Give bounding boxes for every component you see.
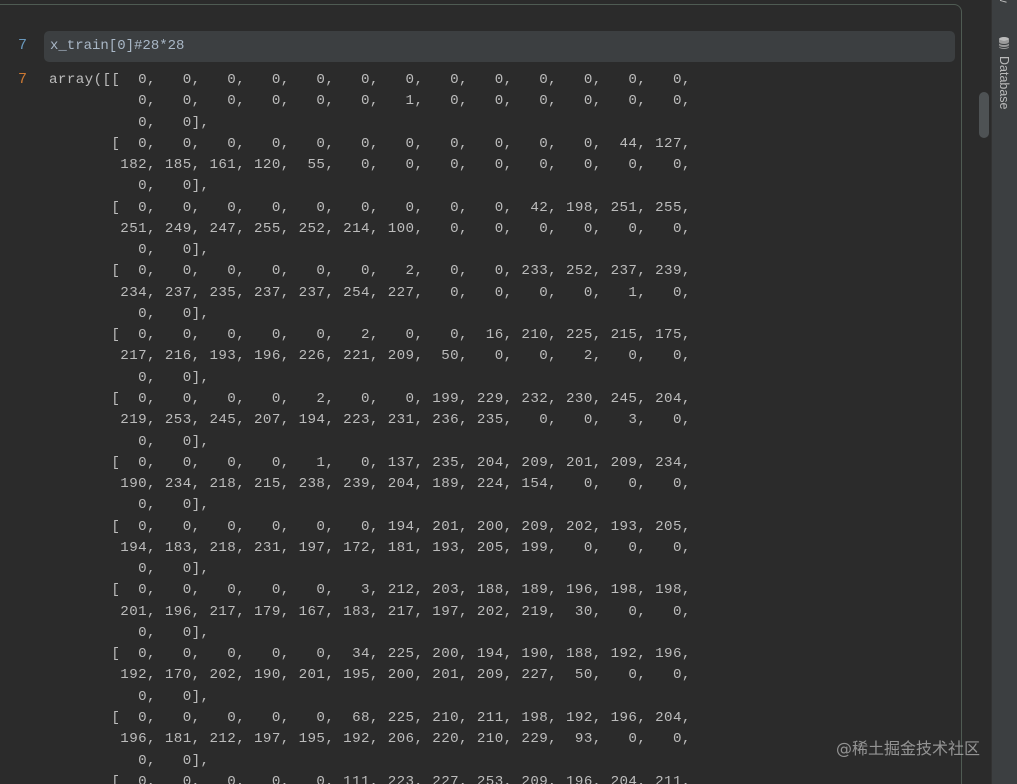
output-line: [ 0, 0, 0, 0, 0, 2, 0, 0, 16, 210, 225, … — [49, 327, 691, 344]
output-line: [ 0, 0, 0, 0, 2, 0, 0, 199, 229, 232, 23… — [49, 390, 691, 407]
output-line: 182, 185, 161, 120, 55, 0, 0, 0, 0, 0, 0… — [49, 157, 691, 174]
output-line: [ 0, 0, 0, 0, 0, 0, 0, 0, 0, 0, 0, 44, 1… — [49, 135, 691, 152]
output-line: 0, 0], — [49, 178, 210, 195]
output-line: 0, 0], — [49, 369, 210, 386]
output-line: 0, 0], — [49, 433, 210, 450]
output-line: 0, 0], — [49, 305, 210, 322]
vertical-scrollbar-thumb[interactable] — [979, 92, 989, 138]
output-line: 217, 216, 193, 196, 226, 221, 209, 50, 0… — [49, 348, 691, 365]
watermark: @稀土掘金技术社区 — [836, 739, 981, 758]
output-line: 234, 237, 235, 237, 237, 254, 227, 0, 0,… — [49, 284, 691, 301]
output-line: 0, 0], — [49, 624, 210, 641]
output-prompt: 7 — [18, 71, 28, 88]
input-prompt: 7 — [18, 37, 28, 54]
output-line: 0, 0], — [49, 114, 210, 131]
output-line: [ 0, 0, 0, 0, 0, 111, 223, 227, 253, 209… — [49, 773, 691, 784]
output-line: 192, 170, 202, 190, 201, 195, 200, 201, … — [49, 667, 691, 684]
code-input-text[interactable]: x_train[0]#28*28 — [50, 36, 184, 56]
output-line: [ 0, 0, 0, 0, 0, 0, 194, 201, 200, 209, … — [49, 518, 691, 535]
output-line: 251, 249, 247, 255, 252, 214, 100, 0, 0,… — [49, 220, 691, 237]
output-line: 196, 181, 212, 197, 195, 192, 206, 220, … — [49, 731, 691, 748]
output-line: [ 0, 0, 0, 0, 1, 0, 137, 235, 204, 209, … — [49, 454, 691, 471]
output-line: [ 0, 0, 0, 0, 0, 3, 212, 203, 188, 189, … — [49, 582, 691, 599]
output-line: [ 0, 0, 0, 0, 0, 34, 225, 200, 194, 190,… — [49, 646, 691, 663]
database-icon[interactable] — [997, 36, 1011, 50]
output-line: 190, 234, 218, 215, 238, 239, 204, 189, … — [49, 476, 691, 493]
notebook-editor: 7 x_train[0]#28*28 7 array([[ 0, 0, 0, 0… — [0, 0, 991, 784]
output-line: 201, 196, 217, 179, 167, 183, 217, 197, … — [49, 603, 691, 620]
tool-tab-partial[interactable]: w — [997, 0, 1011, 3]
notebook-cell[interactable]: 7 x_train[0]#28*28 7 array([[ 0, 0, 0, 0… — [0, 4, 962, 784]
output-line: 0, 0], — [49, 497, 210, 514]
code-input-area[interactable]: x_train[0]#28*28 — [44, 31, 955, 62]
output-line: 0, 0], — [49, 561, 210, 578]
output-line: 0, 0], — [49, 752, 210, 769]
output-line: 0, 0, 0, 0, 0, 0, 1, 0, 0, 0, 0, 0, 0, — [49, 93, 691, 110]
output-line: [ 0, 0, 0, 0, 0, 0, 2, 0, 0, 233, 252, 2… — [49, 263, 691, 280]
output-line: array([[ 0, 0, 0, 0, 0, 0, 0, 0, 0, 0, 0… — [49, 72, 691, 88]
output-line: [ 0, 0, 0, 0, 0, 0, 0, 0, 0, 42, 198, 25… — [49, 199, 691, 216]
ide-window: 7 x_train[0]#28*28 7 array([[ 0, 0, 0, 0… — [0, 0, 1017, 784]
output-line: 0, 0], — [49, 242, 210, 259]
output-line: [ 0, 0, 0, 0, 0, 68, 225, 210, 211, 198,… — [49, 709, 691, 726]
cell-output: array([[ 0, 0, 0, 0, 0, 0, 0, 0, 0, 0, 0… — [49, 70, 691, 784]
output-line: 219, 253, 245, 207, 194, 223, 231, 236, … — [49, 412, 691, 429]
database-tab[interactable]: Database — [997, 56, 1011, 110]
output-line: 0, 0], — [49, 688, 210, 705]
right-tool-strip: w Database — [991, 0, 1017, 784]
output-line: 194, 183, 218, 231, 197, 172, 181, 193, … — [49, 539, 691, 556]
